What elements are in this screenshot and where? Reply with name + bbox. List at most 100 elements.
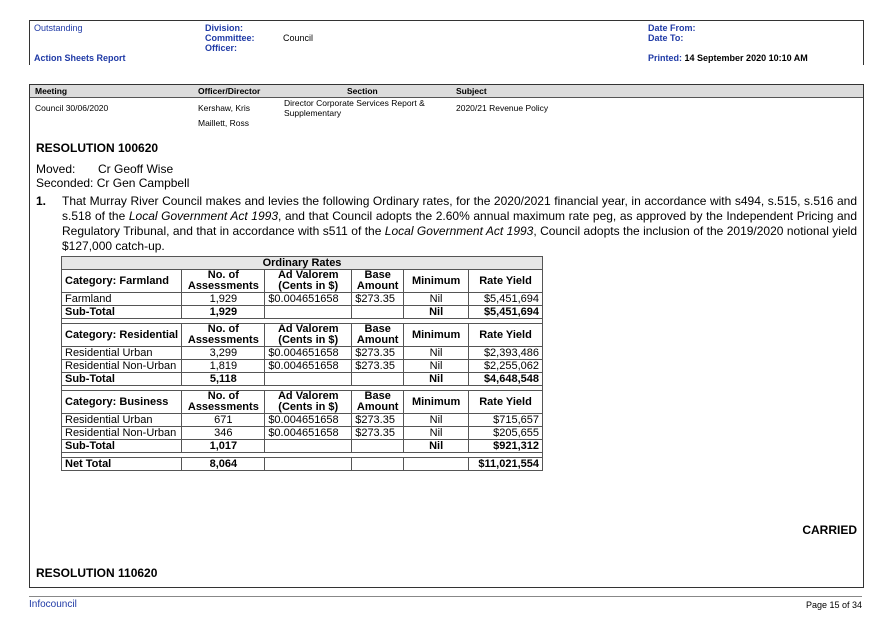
row-base: $273.35	[351, 426, 405, 440]
carried-label: CARRIED	[802, 523, 857, 537]
header-ad-valorem: Ad Valorem (Cents in $)	[264, 269, 353, 293]
header-assessments: No. of Assessments	[181, 390, 266, 414]
report-name: Action Sheets Report	[34, 53, 126, 63]
committee-label: Committee:	[205, 33, 255, 43]
empty-cell	[264, 439, 353, 453]
row-name: Residential Urban	[60, 413, 183, 427]
subtotal-row: Sub-Total 5,118 Nil $4,648,548	[60, 372, 543, 386]
subtotal-yield: $921,312	[468, 439, 543, 453]
row-assessments: 1,819	[181, 359, 266, 373]
printed-value: 14 September 2020 10:10 AM	[684, 53, 808, 63]
table-header-row: Category: Farmland No. of Assessments Ad…	[60, 269, 543, 293]
item-section: Director Corporate Services Report & Sup…	[284, 98, 425, 118]
footer-brand: Infocouncil	[29, 599, 77, 610]
col-section: Section	[347, 86, 378, 96]
act-name-2: Local Government Act 1993	[384, 224, 534, 238]
subtotal-label: Sub-Total	[60, 305, 183, 319]
subtotal-minimum: Nil	[403, 305, 470, 319]
resolution-paragraph: That Murray River Council makes and levi…	[62, 194, 857, 254]
item-meeting: Council 30/06/2020	[35, 103, 109, 113]
table-row: Farmland 1,929 $0.004651658 $273.35 Nil …	[60, 292, 543, 306]
header-ad-valorem: Ad Valorem (Cents in $)	[264, 323, 353, 347]
division-label: Division:	[205, 23, 244, 33]
subtotal-minimum: Nil	[403, 372, 470, 386]
row-minimum: Nil	[403, 292, 470, 306]
subtotal-assessments: 5,118	[181, 372, 266, 386]
committee-value: Council	[283, 33, 314, 43]
row-yield: $715,657	[468, 413, 543, 427]
row-base: $273.35	[351, 346, 405, 360]
col-meeting: Meeting	[35, 86, 68, 96]
empty-cell	[351, 372, 405, 386]
empty-cell	[403, 457, 470, 471]
table-row: Residential Non-Urban 346 $0.004651658 $…	[60, 426, 543, 440]
empty-cell	[351, 305, 405, 319]
subtotal-row: Sub-Total 1,017 Nil $921,312	[60, 439, 543, 453]
net-total-label: Net Total	[60, 457, 183, 471]
subtotal-assessments: 1,017	[181, 439, 266, 453]
row-ad-valorem: $0.004651658	[264, 426, 353, 440]
moved-value: Cr Geoff Wise	[98, 162, 174, 176]
row-base: $273.35	[351, 292, 405, 306]
item-subject: 2020/21 Revenue Policy	[456, 103, 549, 113]
row-minimum: Nil	[403, 426, 470, 440]
seconded-label: Seconded:	[36, 176, 94, 190]
row-name: Residential Non-Urban	[60, 426, 183, 440]
row-minimum: Nil	[403, 346, 470, 360]
subtotal-row: Sub-Total 1,929 Nil $5,451,694	[60, 305, 543, 319]
empty-cell	[264, 457, 353, 471]
act-name-1: Local Government Act 1993	[128, 209, 278, 223]
table-title: Ordinary Rates	[61, 256, 543, 270]
printed-label: Printed:	[648, 53, 683, 63]
footer-divider	[29, 596, 862, 597]
printed-line: Printed: 14 September 2020 10:10 AM	[648, 53, 808, 63]
table-row: Residential Non-Urban 1,819 $0.004651658…	[60, 359, 543, 373]
row-base: $273.35	[351, 359, 405, 373]
paragraph-number: 1.	[36, 194, 47, 208]
table-header-row: Category: Residential No. of Assessments…	[60, 323, 543, 347]
row-name: Residential Urban	[60, 346, 183, 360]
table-row: Residential Urban 3,299 $0.004651658 $27…	[60, 346, 543, 360]
row-assessments: 1,929	[181, 292, 266, 306]
item-officer-1: Kershaw, Kris	[198, 103, 250, 113]
header-rate-yield: Rate Yield	[468, 269, 543, 293]
row-ad-valorem: $0.004651658	[264, 346, 353, 360]
moved-line: Moved: Cr Geoff Wise	[36, 162, 173, 176]
next-resolution-number: RESOLUTION 110620	[36, 566, 158, 580]
row-minimum: Nil	[403, 359, 470, 373]
header-base-amount: Base Amount	[351, 390, 405, 414]
col-officer: Officer/Director	[198, 86, 261, 96]
subtotal-label: Sub-Total	[60, 372, 183, 386]
column-header-bar: Meeting Officer/Director Section Subject	[30, 85, 863, 98]
empty-cell	[264, 305, 353, 319]
net-total-yield: $11,021,554	[468, 457, 543, 471]
subtotal-assessments: 1,929	[181, 305, 266, 319]
row-ad-valorem: $0.004651658	[264, 359, 353, 373]
seconded-line: Seconded: Cr Gen Campbell	[36, 176, 189, 190]
row-name: Farmland	[60, 292, 183, 306]
row-ad-valorem: $0.004651658	[264, 413, 353, 427]
header-assessments: No. of Assessments	[181, 269, 266, 293]
row-yield: $5,451,694	[468, 292, 543, 306]
header-base-amount: Base Amount	[351, 269, 405, 293]
header-ad-valorem: Ad Valorem (Cents in $)	[264, 390, 353, 414]
date-to-label: Date To:	[648, 33, 684, 43]
subtotal-minimum: Nil	[403, 439, 470, 453]
row-assessments: 3,299	[181, 346, 266, 360]
header-minimum: Minimum	[403, 323, 470, 347]
table-header-row: Category: Business No. of Assessments Ad…	[60, 390, 543, 414]
row-assessments: 671	[181, 413, 266, 427]
row-minimum: Nil	[403, 413, 470, 427]
action-sheet-body: Meeting Officer/Director Section Subject…	[29, 84, 864, 588]
row-name: Residential Non-Urban	[60, 359, 183, 373]
header-minimum: Minimum	[403, 390, 470, 414]
row-base: $273.35	[351, 413, 405, 427]
row-yield: $2,393,486	[468, 346, 543, 360]
header-base-amount: Base Amount	[351, 323, 405, 347]
subtotal-yield: $4,648,548	[468, 372, 543, 386]
header-assessments: No. of Assessments	[181, 323, 266, 347]
row-yield: $205,655	[468, 426, 543, 440]
table-row: Residential Urban 671 $0.004651658 $273.…	[60, 413, 543, 427]
moved-label: Moved:	[36, 162, 76, 176]
category-farmland: Category: Farmland	[60, 269, 183, 293]
